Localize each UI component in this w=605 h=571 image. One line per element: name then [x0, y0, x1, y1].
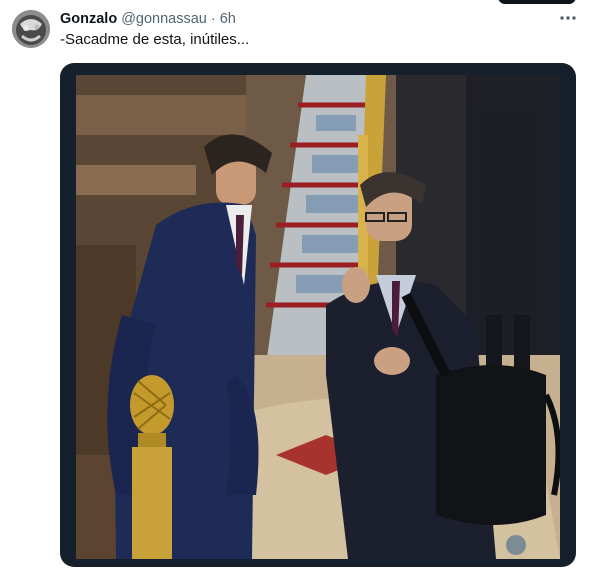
avatar-image	[12, 10, 50, 48]
tweet-header: Gonzalo @gonnassau · 6h	[60, 10, 236, 28]
author-handle[interactable]: @gonnassau	[121, 11, 207, 27]
previous-tweet-actions-partial	[0, 0, 605, 6]
tweet-text: -Sacadme de esta, inútiles...	[60, 31, 250, 48]
avatar[interactable]	[12, 10, 50, 48]
tweet-photo[interactable]	[76, 75, 560, 559]
more-horizontal-icon[interactable]	[556, 9, 580, 27]
tweet-time[interactable]: 6h	[220, 11, 236, 27]
author-name[interactable]: Gonzalo	[60, 11, 117, 27]
separator-dot: ·	[210, 11, 216, 27]
photo-illustration	[76, 75, 560, 559]
previous-button-partial	[498, 0, 576, 4]
